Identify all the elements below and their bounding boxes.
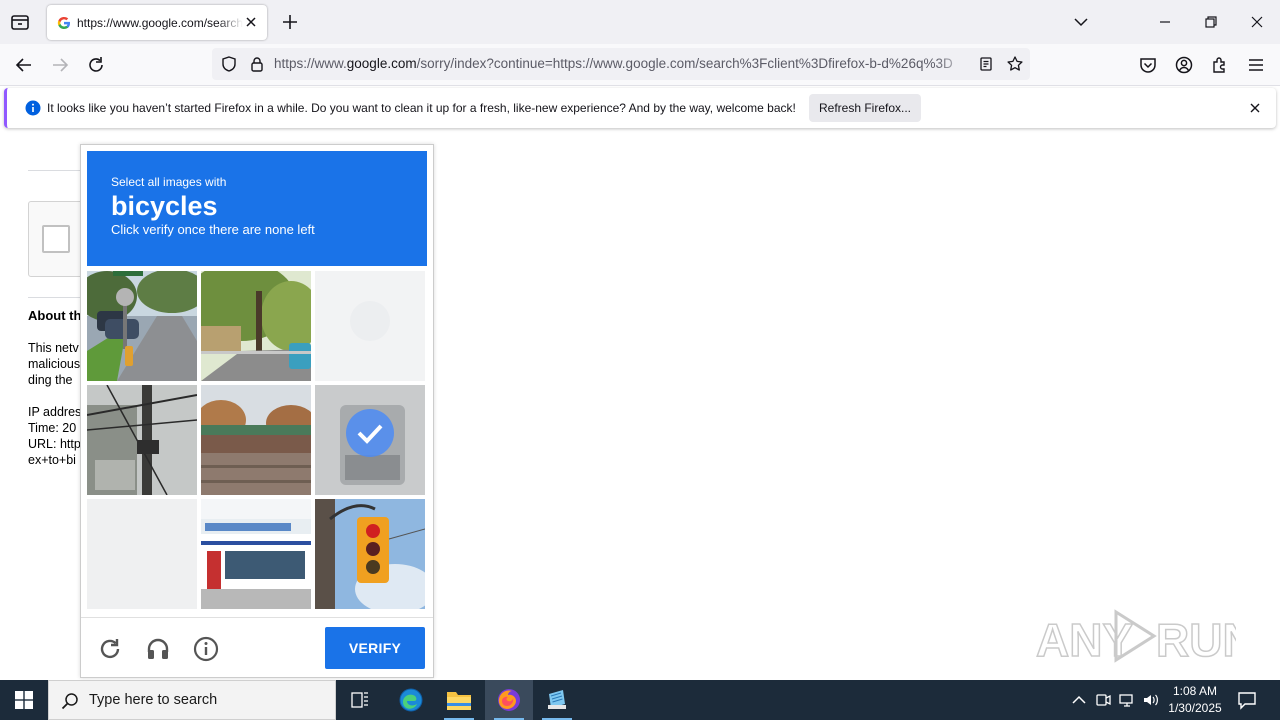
captcha-subinstruction: Click verify once there are none left bbox=[111, 222, 315, 237]
captcha-tile-9[interactable] bbox=[315, 499, 425, 609]
page-text-line: ex+to+bi bbox=[28, 453, 76, 467]
captcha-tile-8[interactable] bbox=[201, 499, 311, 609]
divider bbox=[28, 297, 80, 298]
url-path: /sorry/index?continue=https://www.google… bbox=[416, 56, 953, 71]
notification-message: It looks like you haven’t started Firefo… bbox=[47, 101, 796, 115]
chevron-down-icon[interactable] bbox=[1072, 13, 1090, 31]
captcha-target: bicycles bbox=[111, 191, 218, 221]
browser-tab[interactable]: https://www.google.com/search?client=fir… bbox=[47, 5, 267, 40]
recaptcha-widget bbox=[28, 201, 88, 277]
shield-icon[interactable] bbox=[220, 55, 238, 73]
tab-title: https://www.google.com/search?client=fir… bbox=[77, 15, 243, 30]
captcha-tile-1[interactable] bbox=[87, 271, 197, 381]
info-icon bbox=[25, 100, 41, 116]
task-view-button[interactable] bbox=[336, 680, 384, 720]
page-text-line: This netv bbox=[28, 341, 79, 355]
reader-view-icon[interactable] bbox=[978, 56, 994, 72]
close-window-icon[interactable] bbox=[1247, 12, 1267, 32]
google-favicon-icon bbox=[57, 16, 70, 29]
notification-center-icon[interactable] bbox=[1236, 690, 1258, 710]
verify-button[interactable]: VERIFY bbox=[325, 627, 425, 669]
tab-overview-icon[interactable] bbox=[8, 12, 32, 32]
captcha-instruction: Select all images with bbox=[111, 175, 227, 189]
clock-date: 1/30/2025 bbox=[1168, 701, 1222, 715]
url-text[interactable]: https://www.google.com/sorry/index?conti… bbox=[274, 56, 970, 71]
captcha-tile-6[interactable] bbox=[315, 385, 425, 495]
notepad-icon bbox=[548, 690, 566, 709]
windows-logo-icon bbox=[15, 691, 33, 709]
bookmark-star-icon[interactable] bbox=[1006, 55, 1024, 73]
start-button[interactable] bbox=[0, 680, 48, 720]
minimize-icon[interactable] bbox=[1155, 12, 1175, 32]
search-icon bbox=[61, 693, 78, 710]
captcha-footer: VERIFY bbox=[81, 617, 433, 677]
refresh-firefox-button[interactable]: Refresh Firefox... bbox=[809, 94, 921, 122]
firefox-icon bbox=[498, 689, 520, 711]
back-icon[interactable] bbox=[13, 54, 35, 76]
reload-icon[interactable] bbox=[85, 54, 107, 76]
windows-taskbar: Type here to search 1:08 AM 1/30/2025 bbox=[0, 680, 1280, 720]
recaptcha-checkbox[interactable] bbox=[42, 225, 70, 253]
network-icon[interactable] bbox=[1118, 691, 1136, 709]
pocket-icon[interactable] bbox=[1137, 54, 1159, 76]
page-text-line: ding the bbox=[28, 373, 73, 387]
page-text-line: malicious bbox=[28, 357, 81, 371]
checkmark-icon bbox=[346, 409, 394, 457]
taskbar-search-box[interactable]: Type here to search bbox=[48, 680, 336, 720]
lock-icon[interactable] bbox=[248, 55, 266, 73]
close-tab-icon[interactable] bbox=[243, 14, 259, 30]
info-icon[interactable] bbox=[193, 636, 219, 662]
extensions-icon[interactable] bbox=[1209, 54, 1231, 76]
new-tab-icon[interactable] bbox=[281, 13, 299, 31]
page-text-line: Time: 20 bbox=[28, 421, 77, 435]
system-clock[interactable]: 1:08 AM 1/30/2025 bbox=[1164, 683, 1226, 717]
close-notification-icon[interactable] bbox=[1248, 101, 1262, 115]
task-view-icon bbox=[351, 692, 368, 708]
captcha-header: Select all images with bicycles Click ve… bbox=[87, 151, 427, 266]
notepad-taskbar-button[interactable] bbox=[533, 680, 581, 720]
edge-icon bbox=[399, 688, 423, 712]
captcha-challenge: Select all images with bicycles Click ve… bbox=[80, 144, 434, 678]
url-domain: google.com bbox=[346, 56, 417, 71]
reload-challenge-icon[interactable] bbox=[97, 636, 123, 662]
address-bar[interactable]: https://www.google.com/sorry/index?conti… bbox=[212, 48, 1030, 80]
tab-strip: https://www.google.com/search?client=fir… bbox=[0, 0, 1280, 44]
navigation-toolbar: https://www.google.com/sorry/index?conti… bbox=[0, 44, 1280, 86]
captcha-tile-5[interactable] bbox=[201, 385, 311, 495]
svg-text:RUN: RUN bbox=[1156, 614, 1236, 666]
notification-bar: It looks like you haven’t started Firefo… bbox=[4, 88, 1276, 128]
audio-challenge-icon[interactable] bbox=[145, 636, 171, 662]
folder-icon bbox=[447, 692, 471, 710]
captcha-tile-2[interactable] bbox=[201, 271, 311, 381]
captcha-tile-4[interactable] bbox=[87, 385, 197, 495]
about-heading: About th bbox=[28, 308, 82, 323]
account-icon[interactable] bbox=[1173, 54, 1195, 76]
page-text-line: URL: http bbox=[28, 437, 81, 451]
volume-icon[interactable] bbox=[1142, 691, 1160, 709]
edge-taskbar-button[interactable] bbox=[387, 680, 435, 720]
chevron-up-icon[interactable] bbox=[1070, 691, 1088, 709]
clock-time: 1:08 AM bbox=[1172, 684, 1218, 698]
meet-now-icon[interactable] bbox=[1094, 691, 1112, 709]
forward-icon[interactable] bbox=[49, 54, 71, 76]
restore-icon[interactable] bbox=[1201, 12, 1221, 32]
hamburger-menu-icon[interactable] bbox=[1245, 54, 1267, 76]
search-placeholder: Type here to search bbox=[89, 692, 218, 708]
url-scheme: https://www. bbox=[274, 56, 347, 71]
firefox-taskbar-button[interactable] bbox=[485, 680, 533, 720]
anyrun-watermark-logo: ANY RUN bbox=[1036, 609, 1236, 666]
captcha-tile-7[interactable] bbox=[87, 499, 197, 609]
captcha-tile-3[interactable] bbox=[315, 271, 425, 381]
page-text-line: IP addres bbox=[28, 405, 82, 419]
divider bbox=[28, 170, 80, 171]
file-explorer-taskbar-button[interactable] bbox=[435, 680, 483, 720]
